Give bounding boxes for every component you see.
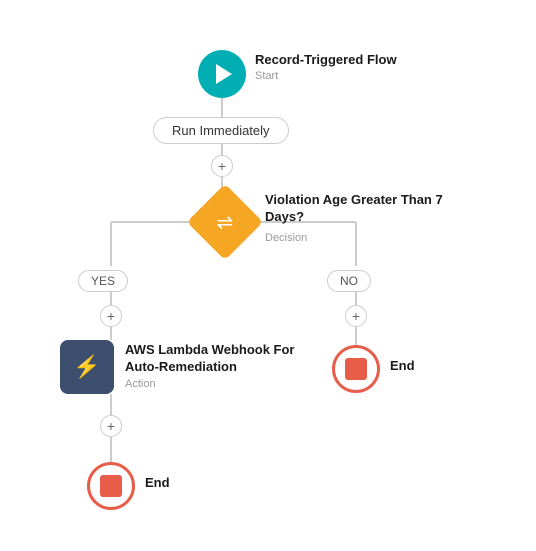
action-label: AWS Lambda Webhook For Auto-Remediation [125,342,305,376]
flow-title: Record-Triggered Flow [255,52,397,67]
end-node-no[interactable] [332,345,380,393]
end-inner-no [345,358,367,380]
start-node[interactable] [198,50,246,98]
decision-label: Violation Age Greater Than 7 Days? [265,192,465,226]
run-immediately-node[interactable]: Run Immediately [153,117,289,144]
end-node-yes[interactable] [87,462,135,510]
decision-node[interactable]: ⇌ [187,184,263,260]
add-step-after-run[interactable]: + [211,155,233,177]
play-icon [216,64,232,84]
lambda-icon: ⚡ [73,354,100,380]
decision-sublabel: Decision [265,232,307,244]
flow-canvas: Record-Triggered Flow Start Run Immediat… [0,0,536,551]
end-label-yes: End [145,475,170,490]
end-label-no: End [390,358,415,373]
decision-icon: ⇌ [217,209,234,234]
action-node[interactable]: ⚡ [60,340,114,394]
no-branch-label: NO [327,270,371,292]
start-sublabel: Start [255,70,278,82]
add-step-after-action[interactable]: + [100,415,122,437]
add-step-yes[interactable]: + [100,305,122,327]
end-inner-yes [100,475,122,497]
action-sublabel: Action [125,378,156,390]
add-step-no[interactable]: + [345,305,367,327]
yes-branch-label: YES [78,270,128,292]
